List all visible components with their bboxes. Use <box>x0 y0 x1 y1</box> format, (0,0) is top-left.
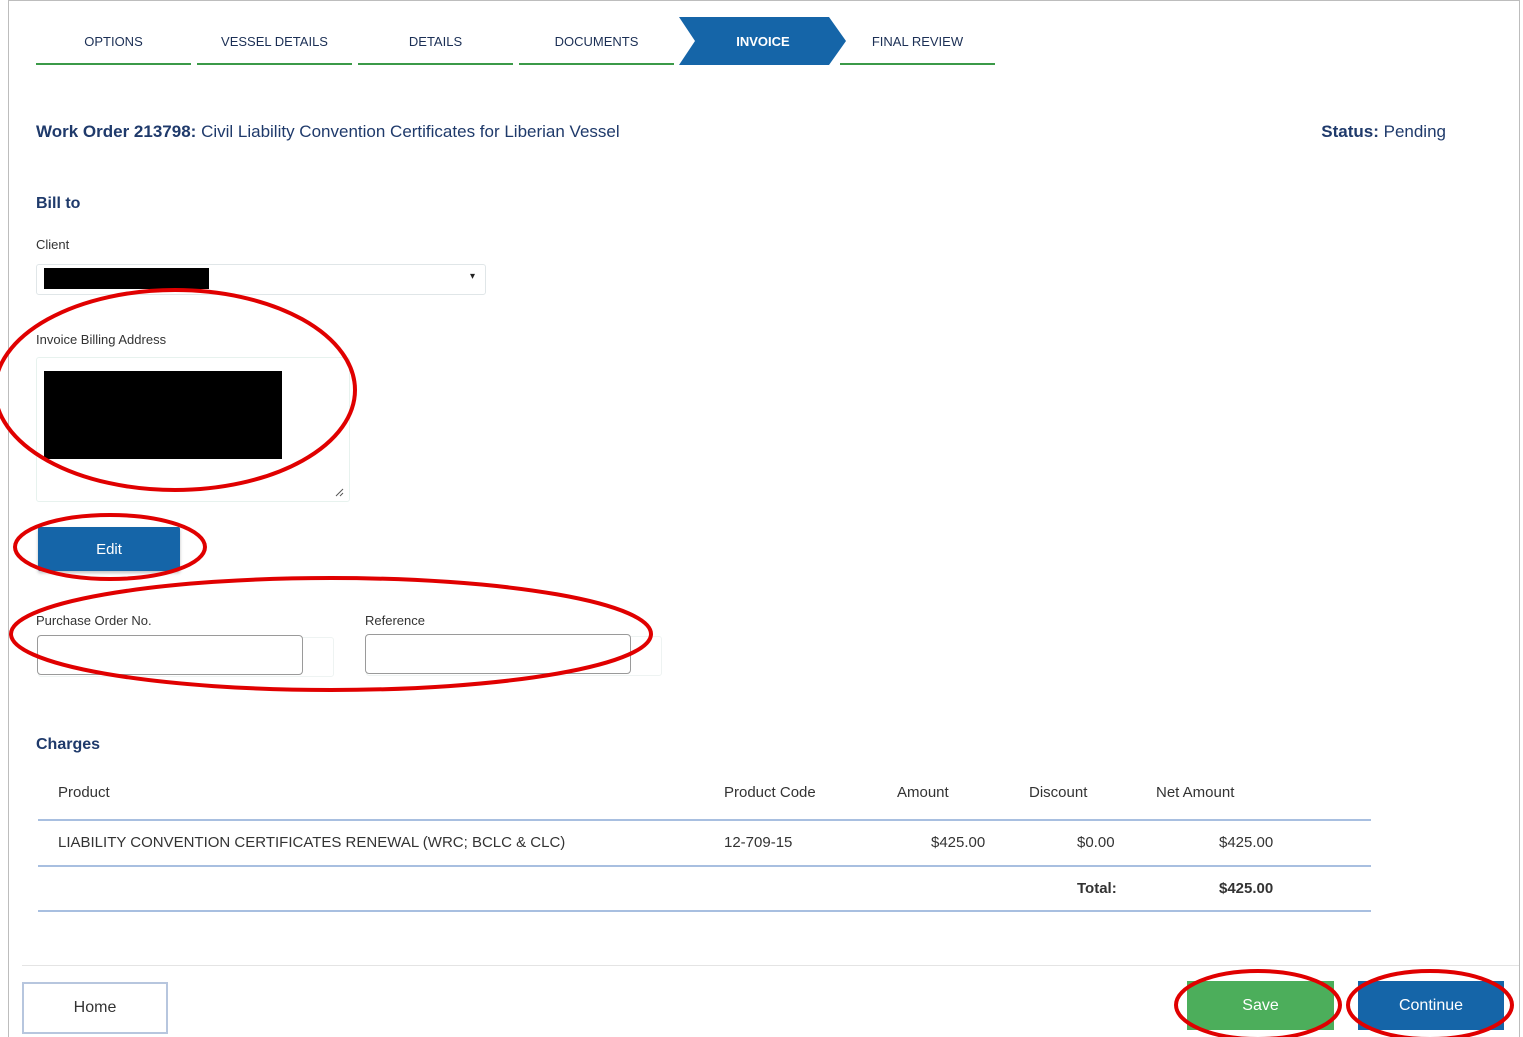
step-label: VESSEL DETAILS <box>221 33 328 49</box>
client-select[interactable]: ▾ <box>36 264 486 295</box>
redacted-billing-address <box>44 371 282 459</box>
cell-discount: $0.00 <box>1077 834 1115 851</box>
step-underline <box>197 63 352 65</box>
column-header-amount: Amount <box>897 784 949 801</box>
step-label: INVOICE <box>736 33 790 49</box>
cell-net-amount: $425.00 <box>1219 834 1274 851</box>
cell-product: LIABILITY CONVENTION CERTIFICATES RENEWA… <box>58 834 566 851</box>
charges-heading: Charges <box>36 736 101 753</box>
step-options[interactable]: OPTIONS <box>36 17 191 65</box>
step-vessel-details[interactable]: VESSEL DETAILS <box>197 17 352 65</box>
column-header-product-code: Product Code <box>724 784 816 801</box>
reference-label: Reference <box>365 613 425 628</box>
row-divider <box>38 865 1371 867</box>
header-divider <box>38 819 1371 821</box>
continue-button[interactable]: Continue <box>1358 981 1504 1030</box>
work-order-number: Work Order 213798: <box>36 122 197 141</box>
step-invoice[interactable]: INVOICE <box>679 17 847 65</box>
status-label: Status: <box>1321 122 1379 141</box>
cell-product-code: 12-709-15 <box>724 834 793 851</box>
edit-button[interactable]: Edit <box>38 527 180 571</box>
billing-address-textarea[interactable] <box>36 357 350 502</box>
total-value: $425.00 <box>1219 880 1274 897</box>
column-header-net-amount: Net Amount <box>1156 784 1235 801</box>
chevron-down-icon: ▾ <box>469 271 475 282</box>
status: Status: Pending <box>1321 122 1446 142</box>
work-order-description: Civil Liability Convention Certificates … <box>201 122 620 141</box>
save-button[interactable]: Save <box>1187 981 1334 1030</box>
status-value: Pending <box>1383 122 1446 141</box>
page-frame <box>8 0 1520 1037</box>
step-label: DOCUMENTS <box>554 33 639 49</box>
column-header-discount: Discount <box>1029 784 1088 801</box>
resize-grip-icon[interactable] <box>335 488 344 497</box>
bill-to-heading: Bill to <box>36 195 81 212</box>
footer-divider <box>22 965 1519 966</box>
step-underline <box>36 63 191 65</box>
table-bottom-divider <box>38 910 1371 912</box>
home-button[interactable]: Home <box>22 982 168 1034</box>
step-final-review[interactable]: FINAL REVIEW <box>840 17 995 65</box>
reference-input[interactable] <box>365 634 631 674</box>
cell-amount: $425.00 <box>931 834 986 851</box>
step-label: DETAILS <box>408 33 463 49</box>
billing-address-label: Invoice Billing Address <box>36 332 167 347</box>
step-details[interactable]: DETAILS <box>358 17 513 65</box>
column-header-product: Product <box>58 784 110 801</box>
client-label: Client <box>36 237 70 252</box>
total-label: Total: <box>1077 880 1117 897</box>
step-documents[interactable]: DOCUMENTS <box>519 17 674 65</box>
step-underline <box>519 63 674 65</box>
redacted-client-value <box>44 268 209 289</box>
purchase-order-label: Purchase Order No. <box>36 613 152 628</box>
purchase-order-input[interactable] <box>37 635 303 675</box>
step-underline <box>358 63 513 65</box>
work-order-title: Work Order 213798: Civil Liability Conve… <box>36 122 620 142</box>
step-label: OPTIONS <box>84 33 143 49</box>
step-underline <box>840 63 995 65</box>
step-label: FINAL REVIEW <box>871 33 964 49</box>
